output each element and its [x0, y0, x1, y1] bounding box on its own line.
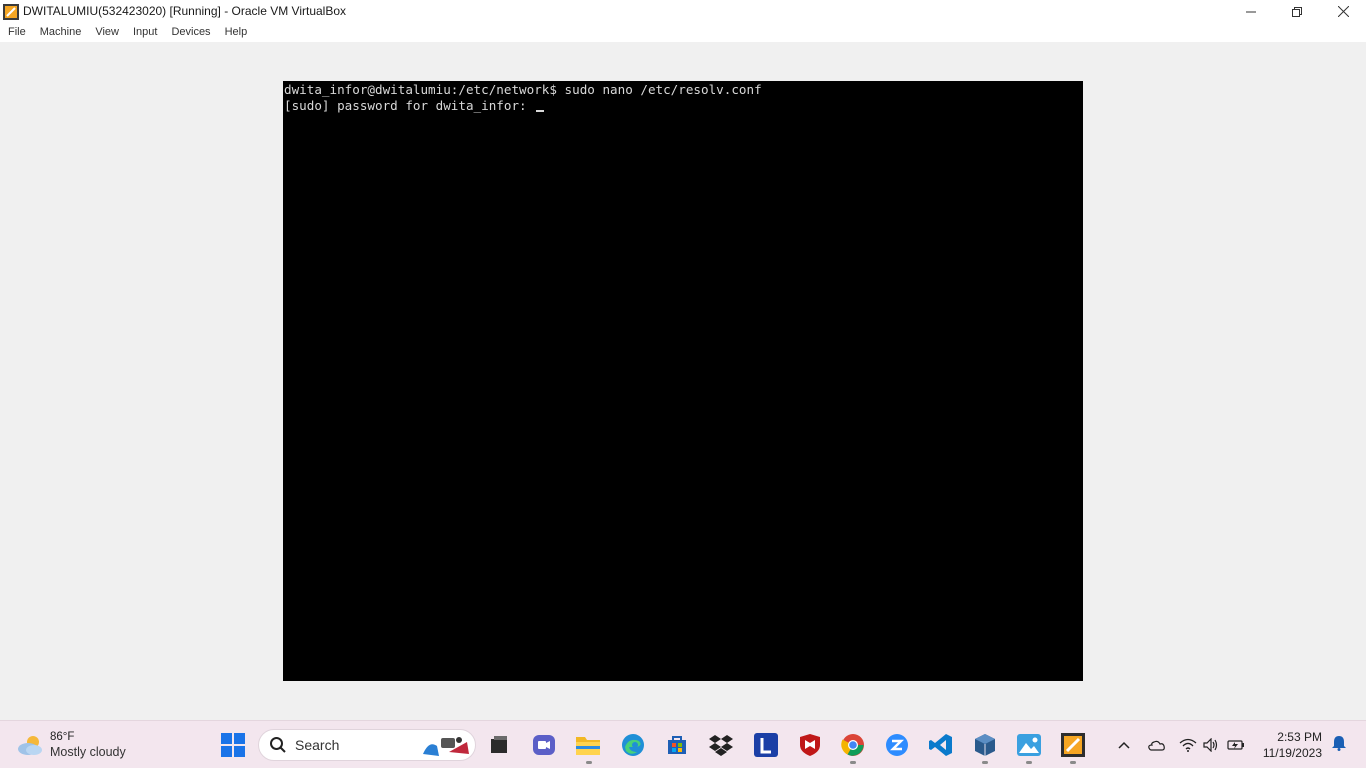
zoom-icon — [886, 734, 908, 756]
cloudy-weather-icon — [18, 736, 42, 755]
taskbar-search[interactable]: Search — [258, 729, 476, 761]
window-title: DWITALUMIU(532423020) [Running] - Oracle… — [23, 4, 347, 18]
running-indicator — [1070, 761, 1076, 764]
tray-battery[interactable] — [1226, 731, 1246, 759]
clock-date: 11/19/2023 — [1262, 746, 1322, 760]
menu-view[interactable]: View — [87, 23, 125, 42]
wifi-icon — [1179, 738, 1197, 752]
mcafee-shield-icon — [800, 734, 820, 756]
taskbar-mcafee[interactable] — [796, 731, 824, 759]
menu-file[interactable]: File — [0, 23, 32, 42]
battery-charging-icon — [1227, 740, 1244, 750]
weather-temperature: 86°F — [50, 731, 75, 743]
taskbar: 86°F Mostly cloudy Search 2:53 PM 11/19/… — [0, 720, 1366, 768]
speaker-icon — [1203, 738, 1218, 752]
photos-icon — [1017, 734, 1041, 756]
bell-icon — [1332, 736, 1346, 751]
start-button[interactable] — [221, 733, 245, 757]
taskbar-virtualbox-manager[interactable] — [971, 731, 999, 759]
meet-camera-icon — [533, 735, 555, 755]
terminal-line: [sudo] password for dwita_infor: — [284, 98, 545, 114]
restore-button[interactable] — [1274, 0, 1320, 23]
taskbar-chrome[interactable] — [839, 731, 867, 759]
virtualbox-vm-icon — [1061, 733, 1085, 757]
close-icon — [1337, 6, 1349, 17]
window-controls — [1228, 0, 1366, 23]
tray-onedrive[interactable] — [1146, 731, 1166, 759]
tray-volume[interactable] — [1202, 731, 1220, 759]
chevron-up-icon — [1118, 741, 1130, 749]
terminal-line: dwita_infor@dwitalumiu:/etc/network$ sud… — [284, 82, 762, 98]
cloud-icon — [1148, 740, 1165, 751]
menu-bar: File Machine View Input Devices Help — [0, 23, 1366, 42]
menu-input[interactable]: Input — [125, 23, 163, 42]
menu-devices[interactable]: Devices — [163, 23, 216, 42]
running-indicator — [850, 761, 856, 764]
search-label: Search — [295, 737, 340, 753]
tray-overflow-button[interactable] — [1116, 731, 1132, 759]
terminal-prompt-text: [sudo] password for dwita_infor: — [284, 98, 535, 113]
taskbar-zoom[interactable] — [883, 731, 911, 759]
taskbar-file-manager[interactable] — [485, 731, 513, 759]
minimize-button[interactable] — [1228, 0, 1274, 23]
folder-icon — [576, 737, 600, 755]
l-app-icon — [754, 733, 778, 757]
windows-logo-icon — [221, 733, 245, 757]
taskbar-virtualbox-vm[interactable] — [1059, 731, 1087, 759]
tray-wifi[interactable] — [1178, 731, 1198, 759]
store-bag-icon — [668, 736, 686, 754]
vscode-icon — [929, 734, 952, 756]
weather-condition: Mostly cloudy — [50, 745, 126, 759]
clock-time: 2:53 PM — [1277, 730, 1322, 744]
menu-help[interactable]: Help — [217, 23, 254, 42]
minimize-icon — [1246, 11, 1256, 12]
restore-icon — [1292, 6, 1302, 17]
taskbar-l-app[interactable] — [752, 731, 780, 759]
chrome-browser-icon — [841, 734, 864, 756]
menu-machine[interactable]: Machine — [32, 23, 88, 42]
search-icon — [270, 737, 286, 753]
edge-browser-icon — [622, 734, 644, 756]
running-indicator — [586, 761, 592, 764]
dropbox-icon — [709, 735, 733, 756]
taskbar-vscode[interactable] — [927, 731, 955, 759]
notifications-button[interactable] — [1332, 735, 1346, 756]
window-titlebar: DWITALUMIU(532423020) [Running] - Oracle… — [0, 0, 1366, 23]
taskbar-store[interactable] — [663, 731, 691, 759]
running-indicator — [1026, 761, 1032, 764]
search-highlight-illustration-icon — [423, 737, 469, 756]
vm-display-area: dwita_infor@dwitalumiu:/etc/network$ sud… — [0, 42, 1366, 720]
close-button[interactable] — [1320, 0, 1366, 23]
virtualbox-icon — [3, 3, 19, 20]
weather-widget[interactable]: 86°F Mostly cloudy — [16, 729, 126, 761]
taskbar-photos[interactable] — [1015, 731, 1043, 759]
terminal-cursor — [536, 110, 545, 112]
terminal-command-text: dwita_infor@dwitalumiu:/etc/network$ sud… — [284, 82, 762, 97]
taskbar-file-explorer[interactable] — [574, 731, 602, 759]
virtualbox-cube-icon — [975, 734, 995, 756]
running-indicator — [982, 761, 988, 764]
taskbar-dropbox[interactable] — [707, 731, 735, 759]
file-manager-icon — [491, 736, 507, 753]
taskbar-edge[interactable] — [619, 731, 647, 759]
taskbar-meet[interactable] — [530, 731, 558, 759]
taskbar-clock[interactable]: 2:53 PM 11/19/2023 — [1263, 729, 1322, 761]
vm-screen[interactable]: dwita_infor@dwitalumiu:/etc/network$ sud… — [283, 81, 1083, 681]
